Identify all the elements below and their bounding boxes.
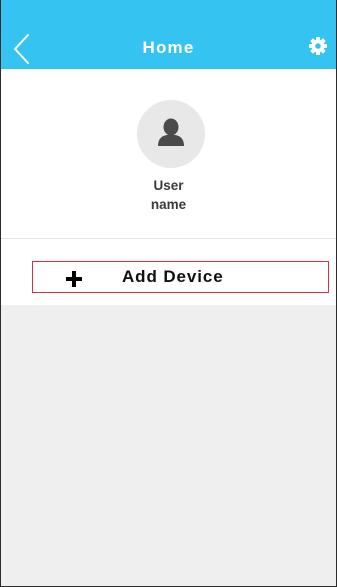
add-device-button[interactable]: Add Device	[32, 261, 329, 293]
device-list	[1, 305, 336, 586]
user-name: User name	[1, 176, 336, 214]
page-title: Home	[142, 38, 195, 57]
user-profile: User name	[1, 69, 336, 239]
avatar[interactable]	[137, 100, 205, 168]
plus-icon	[65, 270, 83, 288]
gear-icon	[309, 37, 327, 55]
user-name-line-1: User	[153, 178, 184, 193]
add-device-row: Add Device	[1, 239, 336, 305]
user-name-line-2: name	[150, 197, 187, 212]
user-icon	[158, 118, 184, 146]
settings-button[interactable]	[308, 36, 328, 56]
add-device-label: Add Device	[122, 267, 224, 286]
app-screen: Home User name Add Device	[0, 0, 337, 587]
top-bar: Home	[1, 0, 336, 69]
